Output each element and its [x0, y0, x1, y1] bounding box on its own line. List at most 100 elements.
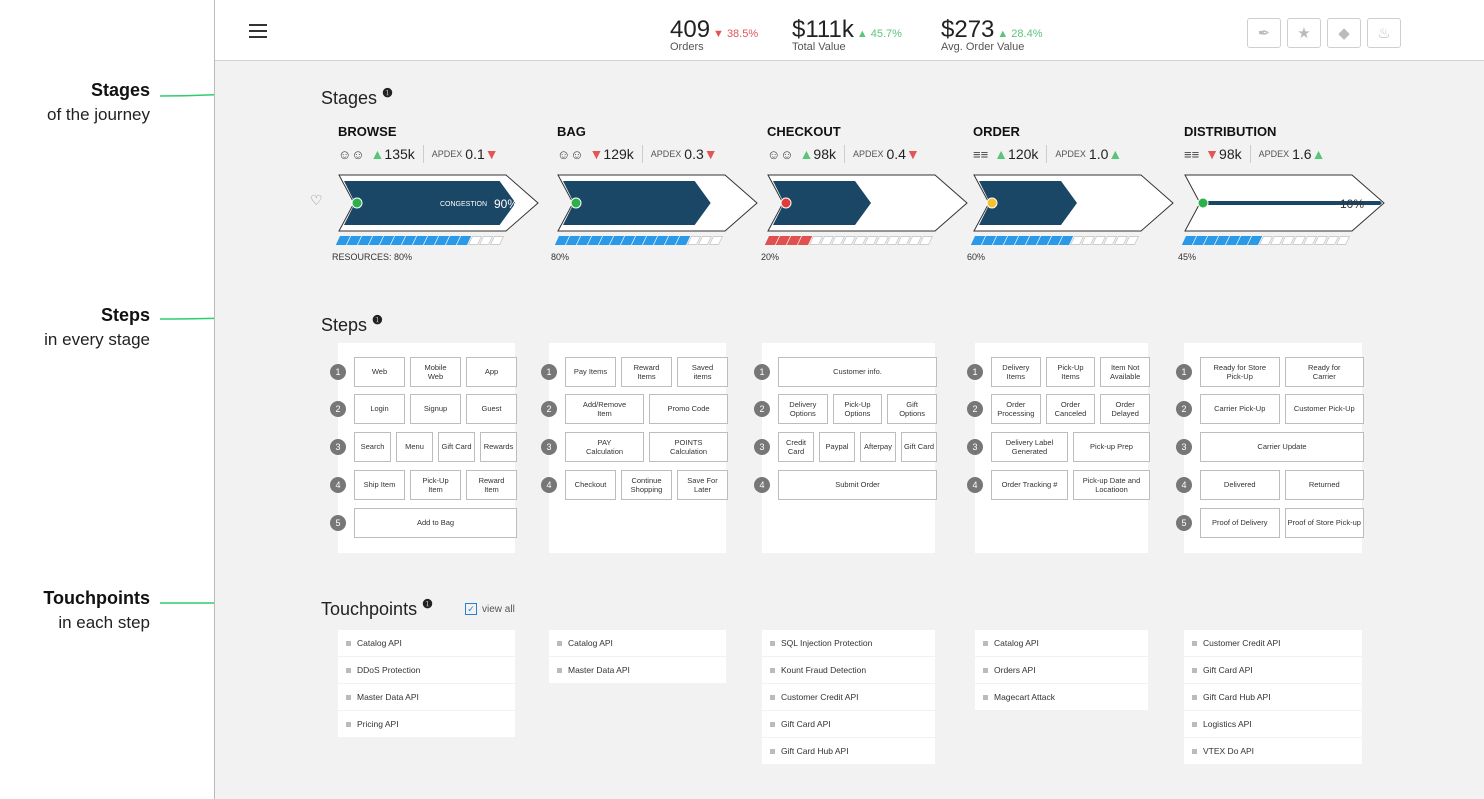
touchpoint-item[interactable]: Orders API: [975, 657, 1148, 683]
step-cell[interactable]: Rewards: [480, 432, 517, 462]
step-cell[interactable]: Customer Pick-Up: [1284, 394, 1364, 424]
info-icon[interactable]: ❶: [382, 86, 393, 100]
touchpoint-item[interactable]: SQL Injection Protection: [762, 630, 935, 656]
step-cell[interactable]: Credit Card: [778, 432, 814, 462]
resources-label: 80%: [551, 252, 570, 262]
touchpoint-item[interactable]: Gift Card API: [1184, 657, 1362, 683]
step-cell[interactable]: Menu: [396, 432, 433, 462]
info-icon[interactable]: ❶: [422, 597, 433, 611]
touchpoint-item[interactable]: Catalog API: [549, 630, 726, 656]
divider: [422, 145, 424, 163]
step-row: 3 Carrier Update: [1176, 432, 1364, 462]
step-cell[interactable]: Guest: [466, 394, 517, 424]
step-cell[interactable]: Pick-Up Item: [410, 470, 461, 500]
step-cell[interactable]: POINTS Calculation: [649, 432, 728, 462]
step-cell[interactable]: Add to Bag: [354, 508, 517, 538]
step-cell[interactable]: PAY Calculation: [565, 432, 644, 462]
step-cell[interactable]: Gift Card: [901, 432, 937, 462]
step-cell[interactable]: Login: [354, 394, 405, 424]
checkbox-icon[interactable]: ✓: [465, 603, 477, 615]
step-cell[interactable]: Pick-Up Options: [832, 394, 883, 424]
step-cell[interactable]: Delivered: [1200, 470, 1280, 500]
touchpoint-item[interactable]: Pricing API: [338, 711, 515, 737]
step-cell[interactable]: Pay Items: [565, 357, 616, 387]
stage-browse[interactable]: BROWSE ☺☺ ▲ 135k APDEX 0.1 ▼ CONGESTION 90% ♡ RE…: [310, 124, 539, 262]
step-cell[interactable]: Mobile Web: [410, 357, 461, 387]
touchpoint-item[interactable]: Customer Credit API: [1184, 630, 1362, 656]
step-cell[interactable]: Ready for Carrier: [1284, 357, 1364, 387]
flame-icon: ♨: [1377, 25, 1391, 42]
step-cell[interactable]: Pick-up Prep: [1073, 432, 1150, 462]
touchpoint-label: Catalog API: [994, 638, 1039, 648]
step-cell[interactable]: Order Delayed: [1100, 394, 1150, 424]
step-cells: Carrier Update: [1200, 432, 1364, 462]
step-cell[interactable]: Gift Card: [438, 432, 475, 462]
feather-button[interactable]: ✒: [1247, 18, 1281, 48]
stage-bag[interactable]: BAG ☺☺ ▼ 129k APDEX 0.3 ▼ 77% 80%: [551, 124, 758, 262]
step-cell[interactable]: Pick-Up Items: [1045, 357, 1096, 387]
arrow-up-icon: ▲: [370, 146, 385, 162]
step-cell[interactable]: Reward Items: [621, 357, 672, 387]
flame-button[interactable]: ♨: [1367, 18, 1401, 48]
step-cell[interactable]: Ship Item: [354, 470, 405, 500]
touchpoint-item[interactable]: Gift Card Hub API: [1184, 684, 1362, 710]
step-cell[interactable]: Proof of Store Pick-up: [1284, 508, 1364, 538]
touchpoint-item[interactable]: DDoS Protection: [338, 657, 515, 683]
step-cell[interactable]: Carrier Update: [1200, 432, 1364, 462]
step-cell[interactable]: Saved items: [677, 357, 728, 387]
step-cell[interactable]: Order Processing: [991, 394, 1041, 424]
step-cell[interactable]: Checkout: [565, 470, 616, 500]
touchpoint-item[interactable]: Catalog API: [975, 630, 1148, 656]
step-cell[interactable]: Returned: [1284, 470, 1364, 500]
apdex-value: 1.0: [1088, 146, 1109, 162]
step-cell[interactable]: Reward Item: [466, 470, 517, 500]
step-cell[interactable]: Delivery Label Generated: [991, 432, 1068, 462]
touchpoint-item[interactable]: Gift Card Hub API: [762, 738, 935, 764]
drop-button[interactable]: ◆: [1327, 18, 1361, 48]
step-cell[interactable]: Customer info.: [778, 357, 937, 387]
step-cell[interactable]: Signup: [410, 394, 461, 424]
step-cell[interactable]: Submit Order: [778, 470, 937, 500]
view-all-toggle[interactable]: ✓ view all: [465, 603, 515, 615]
step-cell[interactable]: Proof of Delivery: [1200, 508, 1280, 538]
step-cell[interactable]: Item Not Available: [1100, 357, 1150, 387]
step-cell[interactable]: Web: [354, 357, 405, 387]
menu-icon[interactable]: [249, 24, 267, 38]
star-button[interactable]: ★: [1287, 18, 1321, 48]
touchpoint-item[interactable]: Kount Fraud Detection: [762, 657, 935, 683]
users-icon: ☺☺: [338, 146, 365, 162]
touchpoint-item[interactable]: Master Data API: [549, 657, 726, 683]
touchpoint-item[interactable]: Magecart Attack: [975, 684, 1148, 710]
step-cell[interactable]: Continue Shopping: [621, 470, 672, 500]
step-cell[interactable]: Ready for Store Pick-Up: [1200, 357, 1280, 387]
touchpoint-item[interactable]: Catalog API: [338, 630, 515, 656]
step-cell[interactable]: Promo Code: [649, 394, 728, 424]
stage-checkout[interactable]: CHECKOUT ☺☺ ▲ 98k APDEX 0.4 ▼ 50% 20%: [761, 124, 968, 262]
step-cell[interactable]: Save For Later: [677, 470, 728, 500]
touchpoint-item[interactable]: Logistics API: [1184, 711, 1362, 737]
touchpoints-column: Catalog API Orders API Magecart Attack: [975, 630, 1148, 711]
touchpoint-item[interactable]: Customer Credit API: [762, 684, 935, 710]
step-cell[interactable]: Search: [354, 432, 391, 462]
step-cell[interactable]: Carrier Pick-Up: [1200, 394, 1280, 424]
stage-distribution[interactable]: DISTRIBUTION ≡≡ ▼ 98k APDEX 1.6 ▲ 10% 45%: [1178, 124, 1385, 262]
touchpoint-item[interactable]: Gift Card API: [762, 711, 935, 737]
apdex-label: APDEX: [852, 149, 884, 159]
step-cell[interactable]: Paypal: [819, 432, 855, 462]
step-cells: Ready for Store Pick-Up Ready for Carrier: [1200, 357, 1364, 387]
step-cell[interactable]: Delivery Items: [991, 357, 1041, 387]
step-cell[interactable]: Pick-up Date and Locatioon: [1073, 470, 1150, 500]
touchpoint-item[interactable]: Master Data API: [338, 684, 515, 710]
stage-order[interactable]: ORDER ≡≡ ▲ 120k APDEX 1.0 ▲ 50% 60%: [967, 124, 1174, 262]
touchpoint-item[interactable]: VTEX Do API: [1184, 738, 1362, 764]
info-icon[interactable]: ❶: [372, 313, 383, 327]
servers-icon: ≡≡: [1184, 146, 1200, 162]
step-cell[interactable]: Order Canceled: [1045, 394, 1096, 424]
step-cell[interactable]: Delivery Options: [778, 394, 828, 424]
step-cell[interactable]: Gift Options: [887, 394, 937, 424]
step-cell[interactable]: App: [466, 357, 517, 387]
arrow-down-icon: ▼: [484, 146, 499, 162]
step-cell[interactable]: Order Tracking #: [991, 470, 1068, 500]
step-cell[interactable]: Add/Remove Item: [565, 394, 644, 424]
step-cell[interactable]: Afterpay: [860, 432, 896, 462]
